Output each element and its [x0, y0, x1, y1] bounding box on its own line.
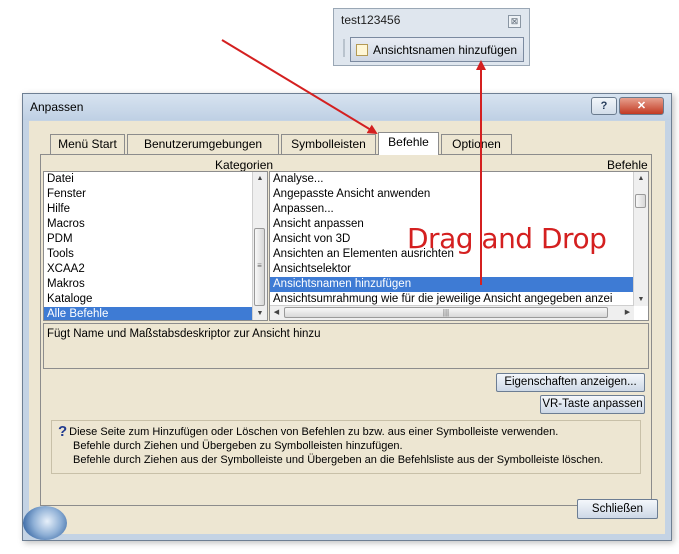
scroll-thumb[interactable]: ≡ [254, 228, 265, 306]
tab-optionen[interactable]: Optionen [441, 134, 512, 154]
categories-list[interactable]: Datei Fenster Hilfe Macros PDM Tools XCA… [43, 171, 268, 321]
tab-befehle[interactable]: Befehle [378, 132, 439, 155]
list-item[interactable]: Makros [44, 277, 267, 292]
list-item[interactable]: Hilfe [44, 202, 267, 217]
toolbar-add-view-name-button[interactable]: Ansichtsnamen hinzufügen [350, 37, 524, 62]
list-item[interactable]: Anpassen... [270, 202, 648, 217]
tab-benutzerumgebungen[interactable]: Benutzerumgebungen [127, 134, 279, 154]
categories-scrollbar[interactable]: ▲ ≡ ▼ [252, 172, 267, 320]
categories-header: Kategorien [215, 158, 274, 172]
grip-icon: ≡ [257, 261, 262, 270]
scroll-down-icon[interactable]: ▼ [253, 307, 267, 320]
scroll-thumb[interactable]: ||| [284, 307, 608, 318]
info-line: Diese Seite zum Hinzufügen oder Löschen … [69, 426, 559, 438]
list-item[interactable]: Angepasste Ansicht anwenden [270, 187, 648, 202]
annotation-label: Drag and Drop [407, 222, 607, 255]
list-item[interactable]: Ansichtselektor [270, 262, 648, 277]
scroll-up-icon[interactable]: ▲ [634, 172, 648, 185]
close-button[interactable]: Schließen [577, 499, 658, 519]
toolbar-close-icon[interactable]: ⊠ [508, 15, 521, 28]
info-line: Befehle durch Ziehen aus der Symbolleist… [73, 454, 604, 466]
commands-header: Befehle [607, 158, 648, 172]
list-item[interactable]: XCAA2 [44, 262, 267, 277]
scroll-thumb[interactable] [635, 194, 646, 208]
vr-key-button[interactable]: VR-Taste anpassen [540, 395, 645, 414]
toolbar-grip[interactable] [343, 39, 345, 57]
scroll-left-icon[interactable]: ◀ [270, 306, 283, 320]
customize-dialog: Anpassen ? ✕ Menü Start Benutzerumgebung… [22, 93, 672, 541]
question-mark-icon: ? [58, 423, 68, 440]
commands-vscrollbar[interactable]: ▲ ▼ [633, 172, 648, 306]
command-description: Fügt Name und Maßstabsdeskriptor zur Ans… [43, 323, 649, 369]
scroll-up-icon[interactable]: ▲ [253, 172, 267, 185]
scroll-right-icon[interactable]: ▶ [621, 306, 634, 320]
list-item[interactable]: Fenster [44, 187, 267, 202]
commands-panel: Kategorien Befehle Datei Fenster Hilfe M… [40, 154, 652, 506]
dialog-titlebar[interactable]: Anpassen ? ✕ [23, 94, 671, 120]
list-item-selected[interactable]: Ansichtsnamen hinzufügen [270, 277, 634, 292]
toolbar-button-label: Ansichtsnamen hinzufügen [373, 42, 518, 57]
floating-toolbar: test123456 ⊠ Ansichtsnamen hinzufügen [333, 8, 530, 66]
list-item[interactable]: Tools [44, 247, 267, 262]
list-item[interactable]: PDM [44, 232, 267, 247]
list-item[interactable]: Macros [44, 217, 267, 232]
list-item[interactable]: Datei [44, 172, 267, 187]
app-logo [23, 506, 67, 540]
dialog-client: Menü Start Benutzerumgebungen Symbolleis… [23, 121, 665, 540]
toolbar-title: test123456 [341, 13, 401, 27]
show-properties-button[interactable]: Eigenschaften anzeigen... [496, 373, 645, 392]
scroll-down-icon[interactable]: ▼ [634, 293, 648, 306]
list-item-selected[interactable]: Alle Befehle [44, 307, 253, 320]
help-info-box: ? Diese Seite zum Hinzufügen oder Löschen… [51, 420, 641, 474]
close-window-button[interactable]: ✕ [619, 97, 664, 115]
list-item[interactable]: Kataloge [44, 292, 267, 307]
commands-hscrollbar[interactable]: ◀ ||| ▶ [270, 305, 634, 320]
list-item[interactable]: Analyse... [270, 172, 648, 187]
info-line: Befehle durch Ziehen und Übergeben zu Sy… [73, 440, 403, 452]
view-name-icon [356, 43, 368, 56]
tab-symbolleisten[interactable]: Symbolleisten [281, 134, 376, 154]
grip-icon: ||| [442, 308, 450, 317]
dialog-title: Anpassen [30, 100, 84, 114]
tab-menu-start[interactable]: Menü Start [50, 134, 125, 154]
help-button[interactable]: ? [591, 97, 617, 115]
